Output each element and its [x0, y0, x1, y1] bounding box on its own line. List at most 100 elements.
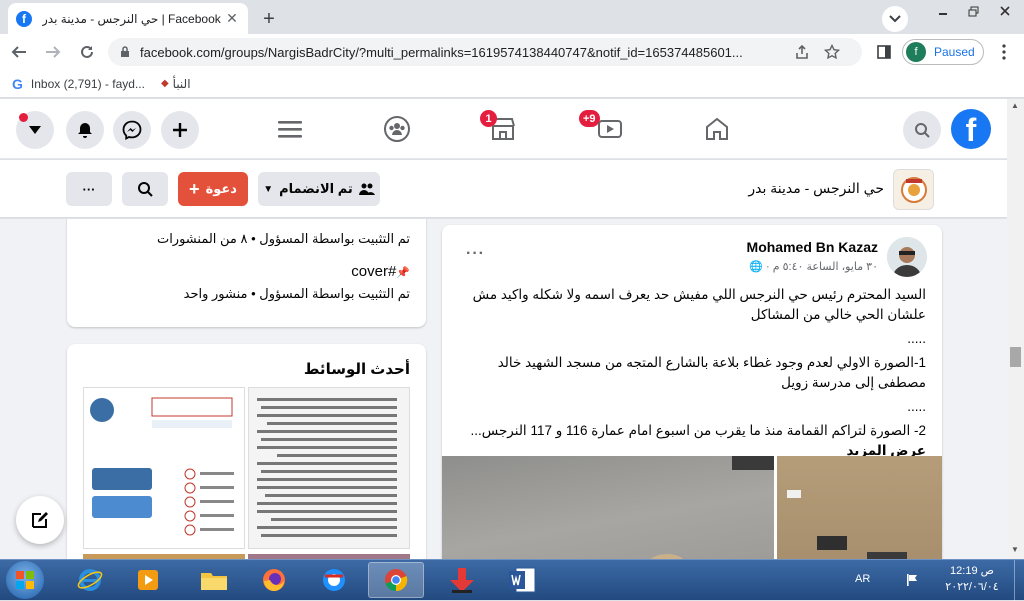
side-panel-icon	[877, 45, 891, 59]
taskbar-download-app[interactable]	[434, 562, 490, 598]
messenger-button[interactable]	[113, 111, 151, 149]
back-button[interactable]	[4, 37, 34, 67]
facebook-favicon: f	[16, 10, 32, 27]
messenger-icon	[122, 120, 142, 140]
flag-tray-icon[interactable]	[905, 573, 919, 587]
show-desktop-button[interactable]	[1014, 560, 1024, 601]
document-image-icon	[257, 398, 397, 537]
notifications-button[interactable]	[66, 111, 104, 149]
post-photo-street[interactable]	[442, 456, 774, 559]
scroll-down-arrow[interactable]: ▼	[1011, 545, 1019, 554]
post-author[interactable]: Mohamed Bn Kazaz	[692, 239, 878, 255]
media-heading: أحدث الوسائط	[303, 361, 410, 378]
address-bar[interactable]: facebook.com/groups/NargisBadrCity/?mult…	[108, 38, 862, 66]
marketplace-badge: 1	[480, 110, 497, 127]
joined-button[interactable]: ▼ تم الانضمام	[258, 172, 380, 206]
close-icon	[1000, 6, 1010, 16]
browser-tab[interactable]: f حي النرجس - مدينة بدر | Facebook ✕	[8, 3, 248, 34]
star-icon[interactable]	[824, 44, 840, 60]
pinned-tag[interactable]: #cover	[351, 263, 396, 280]
restore-icon	[968, 6, 978, 16]
pinned-meta: تم التثبيت بواسطة المسؤول • ٨ من المنشور…	[156, 231, 410, 246]
bookmark-label: النبأ	[172, 76, 191, 91]
minimize-icon	[939, 13, 947, 15]
more-options-button[interactable]: ···	[66, 172, 112, 206]
taskbar-ie[interactable]	[62, 562, 118, 598]
groups-nav-button[interactable]	[380, 114, 414, 144]
language-indicator[interactable]: AR	[855, 573, 870, 585]
taskbar-opera-like[interactable]	[306, 562, 362, 598]
windows-logo-icon	[16, 571, 34, 589]
group-avatar[interactable]	[893, 169, 934, 210]
scroll-up-arrow[interactable]: ▲	[1011, 101, 1019, 110]
reload-button[interactable]	[72, 37, 102, 67]
minimize-button[interactable]	[928, 0, 958, 22]
facebook-logo-icon[interactable]: f	[951, 109, 991, 149]
taskbar-word[interactable]	[494, 562, 550, 598]
word-icon	[509, 567, 536, 593]
chrome-menu-button[interactable]	[994, 42, 1014, 62]
chrome-icon	[385, 569, 408, 592]
post-more-button[interactable]: ···	[466, 245, 485, 263]
search-icon	[915, 123, 930, 138]
profile-status: Paused	[934, 45, 975, 59]
menu-button[interactable]	[273, 114, 307, 144]
pinned-item[interactable]: 📌#cover تم التثبيت بواسطة المسؤول • منشو…	[80, 263, 410, 302]
tab-strip: f حي النرجس - مدينة بدر | Facebook ✕ +	[0, 0, 1024, 34]
bookmark-gmail[interactable]: G Inbox (2,791) - fayd...	[12, 76, 145, 92]
tab-title: حي النرجس - مدينة بدر | Facebook	[42, 11, 221, 26]
bell-icon	[78, 123, 92, 138]
internet-explorer-icon	[77, 569, 103, 591]
close-window-button[interactable]	[988, 0, 1022, 22]
profile-button[interactable]: f Paused	[902, 39, 984, 65]
taskbar-media-player[interactable]	[120, 562, 176, 598]
new-tab-button[interactable]: +	[256, 6, 282, 32]
forward-button[interactable]	[38, 37, 68, 67]
taskbar-chrome[interactable]	[368, 562, 424, 598]
post-time-row: ٣٠ مايو، الساعة ٥:٤٠ م · 🌐	[692, 260, 878, 273]
download-arrow-icon	[450, 568, 474, 593]
caret-down-icon	[29, 126, 41, 134]
arrow-right-icon	[46, 46, 61, 58]
account-button[interactable]	[16, 111, 54, 149]
pinned-item[interactable]: تم التثبيت بواسطة المسؤول • ٨ من المنشور…	[80, 227, 410, 247]
share-icon[interactable]	[794, 44, 810, 60]
profile-avatar: f	[906, 42, 926, 62]
tab-search-button[interactable]	[882, 6, 908, 32]
fb-search-button[interactable]	[903, 111, 941, 149]
windows-taskbar: AR 12:19 ص ٢٠٢٢/٠٦/٠٤	[0, 559, 1024, 601]
taskbar-firefox[interactable]	[246, 562, 302, 598]
invite-button[interactable]: + دعوة	[178, 172, 248, 206]
group-name[interactable]: حي النرجس - مدينة بدر	[640, 180, 884, 197]
google-icon: G	[12, 75, 23, 92]
create-button[interactable]	[161, 111, 199, 149]
author-avatar[interactable]	[887, 237, 927, 277]
post-time[interactable]: ٣٠ مايو، الساعة ٥:٤٠ م ·	[766, 261, 878, 273]
group-header-bar: ··· + دعوة ▼ تم الانضمام حي النرجس - مدي…	[0, 160, 1007, 218]
main-content: تم التثبيت بواسطة المسؤول • ٨ من المنشور…	[0, 219, 1007, 559]
new-message-button[interactable]	[16, 496, 64, 544]
tab-close-icon[interactable]: ✕	[224, 10, 240, 27]
taskbar-explorer[interactable]	[186, 562, 242, 598]
side-panel-button[interactable]	[874, 42, 894, 62]
page-scrollbar[interactable]: ▲ ▼	[1007, 99, 1024, 559]
media-thumbnail[interactable]	[248, 387, 410, 549]
post-paragraph: 2- الصورة لتراكم القمامة منذ ما يقرب من …	[466, 421, 926, 461]
action-center-flag-icon	[907, 574, 917, 586]
search-group-button[interactable]	[122, 172, 168, 206]
bookmarks-bar: G Inbox (2,791) - fayd... ◆ النبأ	[0, 70, 1024, 98]
home-nav-button[interactable]	[700, 114, 734, 144]
home-icon	[706, 117, 728, 140]
plus-icon: +	[189, 178, 200, 199]
system-clock[interactable]: 12:19 ص ٢٠٢٢/٠٦/٠٤	[932, 563, 1012, 595]
media-thumbnail[interactable]	[83, 387, 245, 549]
post-photo-garbage[interactable]	[777, 456, 942, 559]
video-icon	[598, 120, 622, 138]
start-button[interactable]	[6, 561, 44, 599]
restore-button[interactable]	[958, 0, 988, 22]
browser-app-icon	[323, 569, 345, 591]
notification-dot	[19, 113, 28, 122]
bookmark-alnaba[interactable]: ◆ النبأ	[161, 77, 191, 91]
scrollbar-thumb[interactable]	[1010, 347, 1021, 367]
pin-icon: 📌	[396, 267, 410, 279]
